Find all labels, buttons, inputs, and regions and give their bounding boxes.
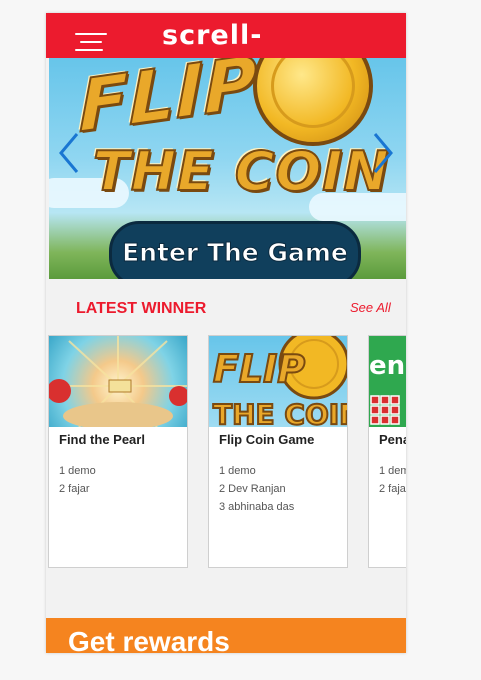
game-name: Penalty Shootout bbox=[379, 432, 406, 447]
game-thumbnail: FLIP THE COIN bbox=[209, 336, 347, 427]
winner-entry: 3 abhinaba das bbox=[219, 501, 295, 513]
game-name: Find the Pearl bbox=[59, 432, 145, 447]
see-all-link[interactable]: See All bbox=[350, 300, 391, 315]
winner-card[interactable]: FLIP THE COIN Flip Coin Game 1 demo 2 De… bbox=[208, 335, 348, 568]
rewards-banner[interactable]: Get rewards bbox=[46, 618, 406, 653]
winner-entry: 2 fajar bbox=[379, 483, 406, 495]
winner-list: 1 demo 2 fajar bbox=[59, 462, 96, 498]
svg-text:THE COIN: THE COIN bbox=[213, 398, 347, 427]
game-thumbnail: en bbox=[369, 336, 406, 427]
game-name: Flip Coin Game bbox=[219, 432, 315, 447]
game-banner[interactable]: FLIP THE COIN Enter The Game bbox=[49, 58, 406, 279]
game-thumbnail bbox=[49, 336, 187, 427]
menu-icon[interactable] bbox=[75, 33, 107, 53]
app-header: screll- bbox=[46, 13, 406, 58]
carousel-next-icon[interactable] bbox=[369, 130, 397, 176]
banner-title-line1: FLIP bbox=[78, 58, 259, 150]
winner-entry: 1 demo bbox=[59, 465, 96, 477]
winner-card[interactable]: Find the Pearl 1 demo 2 fajar bbox=[48, 335, 188, 568]
winner-entry: 1 demo bbox=[379, 465, 406, 477]
section-title: LATEST WINNER bbox=[76, 300, 207, 317]
app-frame: screll- FLIP THE COIN Enter The Game LAT… bbox=[46, 13, 406, 653]
winner-card[interactable]: en Penalty Shootout 1 demo 2 fajar bbox=[368, 335, 406, 568]
gold-coin-graphic bbox=[253, 58, 373, 146]
winner-entry: 1 demo bbox=[219, 465, 256, 477]
carousel-prev-icon[interactable] bbox=[55, 130, 83, 176]
enter-game-label: Enter The Game bbox=[122, 238, 349, 268]
rewards-banner-text: Get rewards bbox=[68, 626, 230, 653]
svg-text:FLIP: FLIP bbox=[213, 347, 305, 391]
enter-game-button[interactable]: Enter The Game bbox=[109, 221, 361, 279]
winner-list: 1 demo 2 fajar bbox=[379, 462, 406, 498]
winner-entry: 2 Dev Ranjan bbox=[219, 483, 286, 495]
winner-list: 1 demo 2 Dev Ranjan 3 abhinaba das bbox=[219, 462, 294, 516]
app-logo[interactable]: screll- bbox=[162, 20, 262, 51]
banner-title-line2: THE COIN bbox=[92, 139, 390, 204]
svg-text:en: en bbox=[369, 351, 405, 381]
winner-entry: 2 fajar bbox=[59, 483, 90, 495]
